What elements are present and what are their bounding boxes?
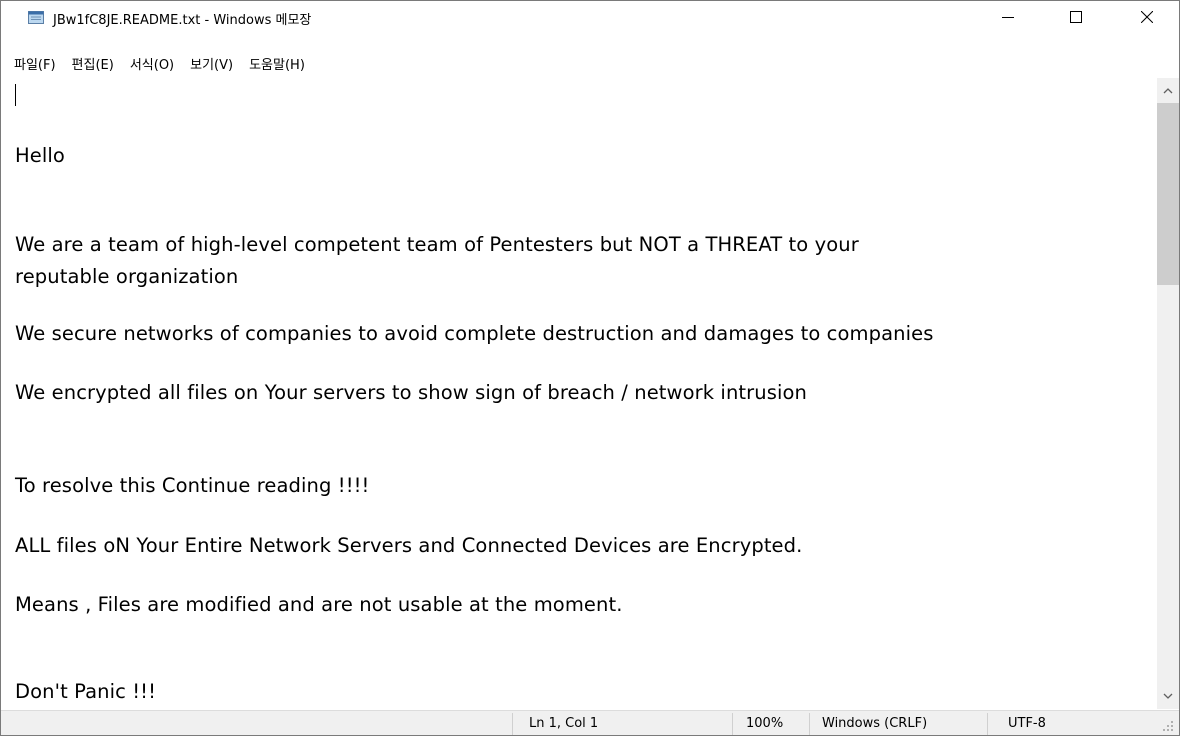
minimize-button[interactable] — [985, 1, 1031, 32]
title-bar[interactable]: JBw1fC8JE.README.txt - Windows 메모장 — [1, 1, 1179, 32]
text-line: We secure networks of companies to avoid… — [15, 322, 934, 345]
text-line: ALL files oN Your Entire Network Servers… — [15, 534, 803, 557]
text-line: Don't Panic !!! — [15, 680, 156, 703]
zoom-level: 100% — [746, 716, 784, 731]
menu-file[interactable]: 파일(F) — [14, 54, 64, 74]
window-title: JBw1fC8JE.README.txt - Windows 메모장 — [53, 13, 312, 28]
maximize-button[interactable] — [1053, 1, 1099, 32]
line-ending: Windows (CRLF) — [822, 716, 928, 731]
notepad-window: JBw1fC8JE.README.txt - Windows 메모장 파일(F)… — [0, 0, 1180, 736]
close-icon — [1141, 10, 1153, 23]
minimize-icon — [1002, 16, 1014, 18]
maximize-icon — [1070, 10, 1082, 23]
menu-help[interactable]: 도움말(H) — [249, 54, 313, 74]
status-divider — [512, 713, 513, 735]
text-line: Means , Files are modified and are not u… — [15, 593, 623, 616]
status-divider — [987, 713, 988, 735]
menu-view[interactable]: 보기(V) — [190, 54, 241, 74]
status-bar: Ln 1, Col 1 100% Windows (CRLF) UTF-8 — [1, 710, 1179, 735]
chevron-down-icon[interactable] — [1162, 691, 1174, 701]
text-caret — [15, 84, 16, 106]
menu-edit[interactable]: 편집(E) — [72, 54, 122, 74]
text-line: reputable organization — [15, 265, 239, 288]
status-divider — [732, 713, 733, 735]
chevron-up-icon[interactable] — [1162, 86, 1174, 96]
scrollbar-thumb[interactable] — [1157, 103, 1179, 285]
status-divider — [809, 713, 810, 735]
cursor-position: Ln 1, Col 1 — [529, 716, 599, 731]
text-line: We are a team of high-level competent te… — [15, 233, 859, 256]
encoding: UTF-8 — [1008, 716, 1046, 731]
menu-bar: 파일(F) 편집(E) 서식(O) 보기(V) 도움말(H) — [14, 54, 321, 74]
text-line: Hello — [15, 144, 65, 167]
menu-format[interactable]: 서식(O) — [130, 54, 182, 74]
close-button[interactable] — [1124, 1, 1170, 32]
text-line: We encrypted all files on Your servers t… — [15, 381, 807, 404]
text-line: To resolve this Continue reading !!!! — [15, 474, 370, 497]
resize-grip-icon[interactable] — [1161, 719, 1175, 733]
notepad-icon — [28, 11, 44, 24]
